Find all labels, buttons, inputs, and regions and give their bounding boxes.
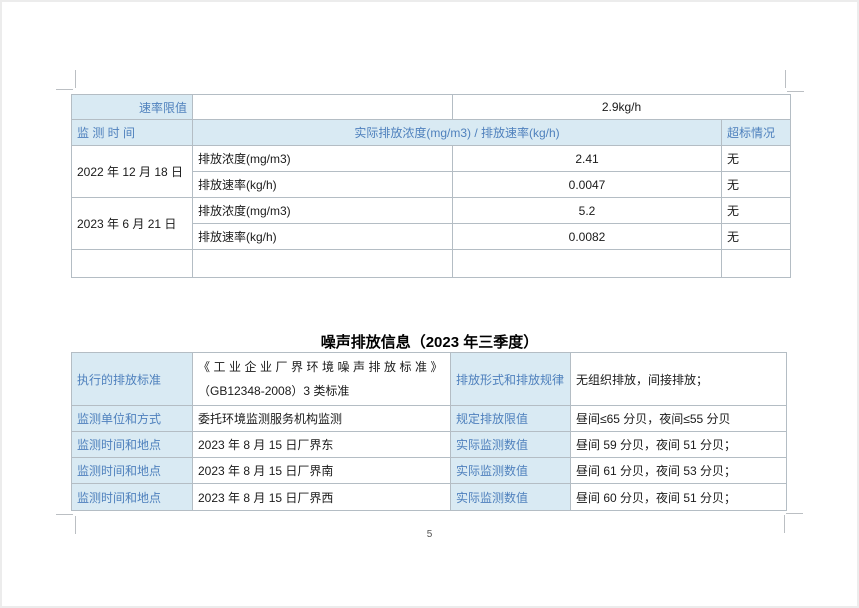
crop-mark-top-right-horizontal	[787, 91, 804, 92]
monitor-time-value-cell: 2023 年 8 月 15 日厂界南	[193, 458, 451, 484]
header-concentration-rate-cell: 实际排放浓度(mg/m3) / 排放速率(kg/h)	[193, 120, 722, 146]
metric-value-cell: 5.2	[453, 198, 722, 224]
metric-value-cell: 0.0082	[453, 224, 722, 250]
empty-cell	[72, 250, 193, 278]
metric-label-cell: 排放浓度(mg/m3)	[193, 146, 453, 172]
table-empty-row	[72, 250, 791, 278]
standard-code-line: （GB12348-2008）3 类标准	[198, 379, 445, 403]
crop-mark-bottom-right-horizontal	[786, 513, 803, 514]
table-row: 2022 年 12 月 18 日 排放浓度(mg/m3) 2.41 无	[72, 146, 791, 172]
standard-value-cell: 《工业企业厂界环境噪声排放标准》 （GB12348-2008）3 类标准	[193, 353, 451, 406]
standard-label-cell: 执行的排放标准	[72, 353, 193, 406]
monitor-unit-value-cell: 委托环境监测服务机构监测	[193, 406, 451, 432]
metric-label-cell: 排放速率(kg/h)	[193, 224, 453, 250]
page-number: 5	[0, 529, 859, 540]
monitor-time-label-cell: 监测时间和地点	[72, 458, 193, 484]
crop-mark-top-left-vertical	[75, 70, 76, 88]
actual-value-cell: 昼间 61 分贝，夜间 53 分贝；	[571, 458, 787, 484]
noise-section-title: 噪声排放信息（2023 年三季度）	[0, 331, 859, 352]
empty-cell	[722, 250, 791, 278]
monitor-time-value-cell: 2023 年 8 月 15 日厂界西	[193, 484, 451, 511]
noise-emission-table: 执行的排放标准 《工业企业厂界环境噪声排放标准》 （GB12348-2008）3…	[71, 352, 787, 511]
monitor-unit-label-cell: 监测单位和方式	[72, 406, 193, 432]
monitor-date-cell: 2022 年 12 月 18 日	[72, 146, 193, 198]
crop-mark-top-right-vertical	[785, 70, 786, 88]
actual-value-label-cell: 实际监测数值	[451, 432, 571, 458]
exceed-status-cell: 无	[722, 224, 791, 250]
actual-value-cell: 昼间 60 分贝，夜间 51 分贝；	[571, 484, 787, 511]
actual-value-label-cell: 实际监测数值	[451, 458, 571, 484]
table-row: 监测时间和地点 2023 年 8 月 15 日厂界南 实际监测数值 昼间 61 …	[72, 458, 787, 484]
table-row: 监测单位和方式 委托环境监测服务机构监测 规定排放限值 昼间≤65 分贝，夜间≤…	[72, 406, 787, 432]
document-page: 速率限值 2.9kg/h 监 测 时 间 实际排放浓度(mg/m3) / 排放速…	[0, 0, 859, 608]
monitor-time-label-cell: 监测时间和地点	[72, 484, 193, 511]
crop-mark-bottom-left-horizontal	[56, 514, 73, 515]
rate-limit-value-cell: 2.9kg/h	[453, 95, 791, 120]
table-row: 2023 年 6 月 21 日 排放浓度(mg/m3) 5.2 无	[72, 198, 791, 224]
header-monitor-time-cell: 监 测 时 间	[72, 120, 193, 146]
monitor-time-label-cell: 监测时间和地点	[72, 432, 193, 458]
empty-cell	[453, 250, 722, 278]
actual-value-cell: 昼间 59 分贝，夜间 51 分贝；	[571, 432, 787, 458]
limit-label-cell: 规定排放限值	[451, 406, 571, 432]
empty-cell	[193, 250, 453, 278]
exceed-status-cell: 无	[722, 146, 791, 172]
actual-value-label-cell: 实际监测数值	[451, 484, 571, 511]
metric-value-cell: 2.41	[453, 146, 722, 172]
exceed-status-cell: 无	[722, 172, 791, 198]
header-exceed-cell: 超标情况	[722, 120, 791, 146]
exceed-status-cell: 无	[722, 198, 791, 224]
table-row: 监测时间和地点 2023 年 8 月 15 日厂界东 实际监测数值 昼间 59 …	[72, 432, 787, 458]
emission-form-value-cell: 无组织排放，间接排放；	[571, 353, 787, 406]
metric-label-cell: 排放浓度(mg/m3)	[193, 198, 453, 224]
limit-value-cell: 昼间≤65 分贝，夜间≤55 分贝	[571, 406, 787, 432]
metric-value-cell: 0.0047	[453, 172, 722, 198]
table-header-row: 监 测 时 间 实际排放浓度(mg/m3) / 排放速率(kg/h) 超标情况	[72, 120, 791, 146]
emission-form-label-cell: 排放形式和排放规律	[451, 353, 571, 406]
emission-monitoring-table: 速率限值 2.9kg/h 监 测 时 间 实际排放浓度(mg/m3) / 排放速…	[71, 94, 791, 278]
table-row: 执行的排放标准 《工业企业厂界环境噪声排放标准》 （GB12348-2008）3…	[72, 353, 787, 406]
metric-label-cell: 排放速率(kg/h)	[193, 172, 453, 198]
crop-mark-top-left-horizontal	[56, 89, 73, 90]
standard-name-line: 《工业企业厂界环境噪声排放标准》	[198, 355, 445, 379]
table-row: 速率限值 2.9kg/h	[72, 95, 791, 120]
empty-cell	[193, 95, 453, 120]
monitor-time-value-cell: 2023 年 8 月 15 日厂界东	[193, 432, 451, 458]
rate-limit-label-cell: 速率限值	[72, 95, 193, 120]
monitor-date-cell: 2023 年 6 月 21 日	[72, 198, 193, 250]
table-row: 监测时间和地点 2023 年 8 月 15 日厂界西 实际监测数值 昼间 60 …	[72, 484, 787, 511]
